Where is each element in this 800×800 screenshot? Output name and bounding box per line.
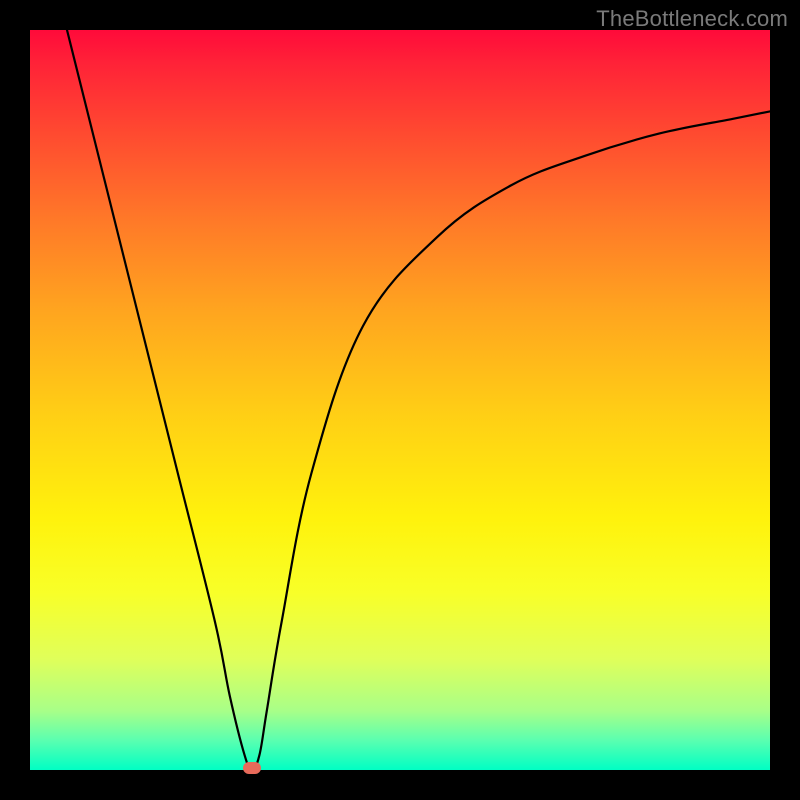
chart-plot-area <box>30 30 770 770</box>
optimal-point-marker <box>243 762 261 774</box>
bottleneck-curve <box>30 30 770 770</box>
watermark-label: TheBottleneck.com <box>596 6 788 32</box>
